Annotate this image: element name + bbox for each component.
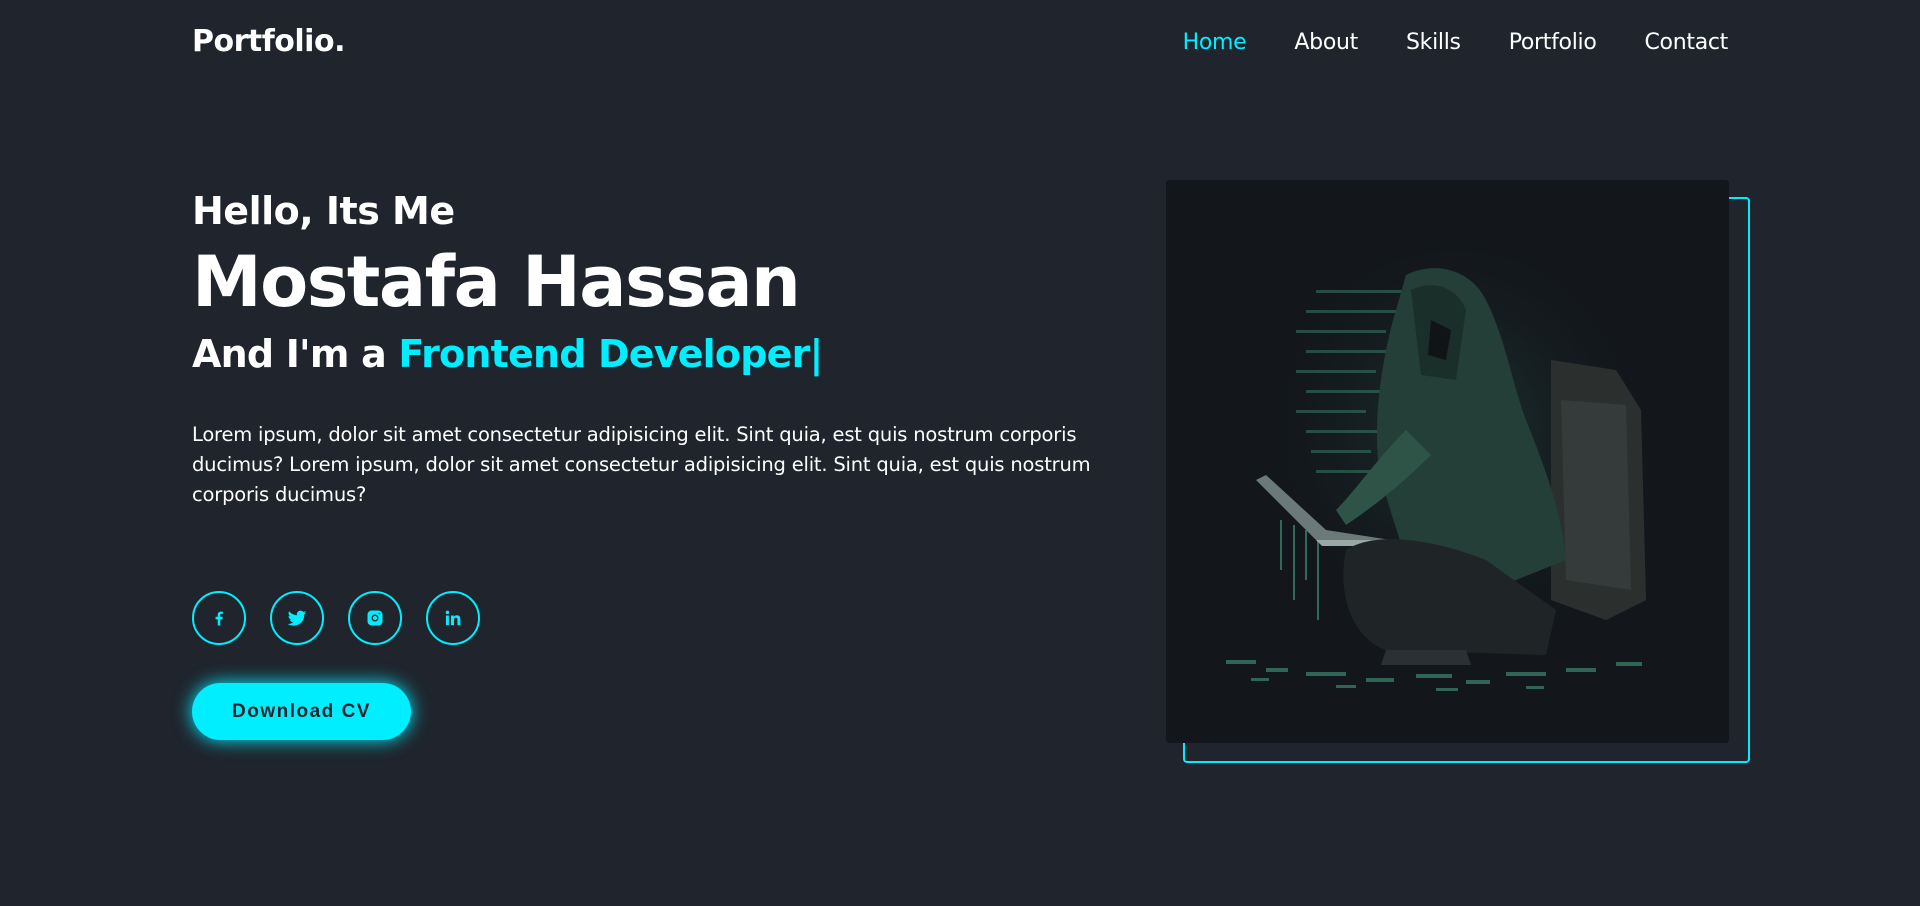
nav-link-about[interactable]: About — [1294, 30, 1358, 55]
greeting: Hello, Its Me — [192, 189, 455, 233]
nav-link-contact[interactable]: Contact — [1645, 30, 1729, 55]
linkedin-link[interactable] — [426, 591, 480, 645]
role-prefix: And I'm a — [192, 332, 399, 376]
logo[interactable]: Portfolio. — [192, 24, 345, 59]
nav-link-skills[interactable]: Skills — [1406, 30, 1461, 55]
hero-name: Mostafa Hassan — [192, 241, 801, 323]
role-line: And I'm a Frontend Developer| — [192, 328, 1152, 380]
instagram-icon — [367, 610, 383, 626]
hero-section: Hello, Its Me Mostafa Hassan And I'm a F… — [192, 186, 1152, 530]
twitter-link[interactable] — [270, 591, 324, 645]
nav-link-portfolio[interactable]: Portfolio — [1509, 30, 1597, 55]
hero-description: Lorem ipsum, dolor sit amet consectetur … — [192, 423, 1091, 506]
facebook-link[interactable] — [192, 591, 246, 645]
main-nav: Home About Skills Portfolio Contact — [1135, 30, 1729, 55]
typing-cursor: | — [809, 332, 824, 376]
twitter-icon — [287, 610, 307, 626]
role-highlight: Frontend Developer — [398, 332, 810, 376]
nav-link-home[interactable]: Home — [1183, 30, 1247, 55]
instagram-link[interactable] — [348, 591, 402, 645]
social-links — [192, 591, 504, 645]
hooded-hacker-illustration — [1166, 180, 1729, 743]
facebook-icon — [215, 611, 223, 626]
linkedin-icon — [445, 610, 461, 626]
download-cv-button[interactable]: Download CV — [192, 683, 411, 740]
hero-image — [1166, 180, 1729, 743]
header: Portfolio. Home About Skills Portfolio C… — [0, 0, 1920, 86]
